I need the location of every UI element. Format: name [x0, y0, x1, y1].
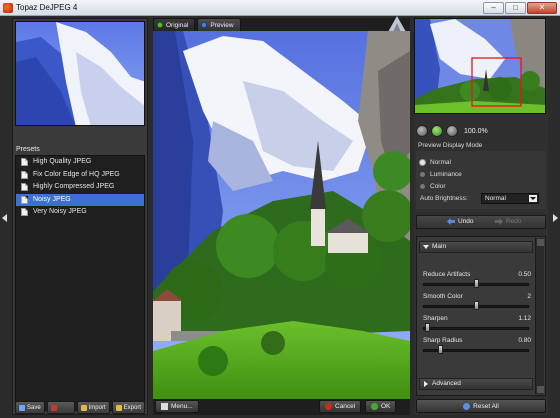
mode-luminance-radio[interactable]: Luminance: [420, 169, 462, 179]
document-icon: [21, 183, 28, 191]
collapsed-triangle-icon: [424, 381, 428, 387]
history-bar: Undo Redo: [416, 215, 546, 229]
ok-button[interactable]: OK: [365, 400, 397, 413]
sharp-radius-slider: Sharp Radius 0.80: [421, 337, 533, 361]
presets-title: Presets: [16, 146, 40, 153]
export-icon: [115, 404, 122, 411]
mode-color-radio[interactable]: Color: [420, 181, 446, 191]
preview-display-mode-title: Preview Display Mode: [418, 142, 483, 149]
sharpen-slider: Sharpen 1.12: [421, 315, 533, 339]
radio-icon: [420, 183, 425, 189]
tab-original[interactable]: Original: [153, 18, 196, 31]
scroll-up-icon[interactable]: [537, 239, 544, 246]
slider-thumb[interactable]: [438, 345, 444, 354]
view-tabs: Original Preview: [153, 18, 241, 31]
preset-label: Noisy JPEG: [33, 195, 71, 203]
preset-item[interactable]: Fix Color Edge of HQ JPEG: [16, 169, 144, 182]
save-icon: [19, 404, 25, 411]
radio-icon: [420, 171, 425, 177]
preset-preview-thumbnail: [15, 21, 145, 126]
preset-label: Highly Compressed JPEG: [33, 183, 115, 190]
zoom-level: 100.0%: [464, 127, 488, 135]
radio-selected-icon: [420, 159, 425, 165]
document-icon: [21, 170, 28, 179]
panel-scrollbar[interactable]: [535, 238, 544, 394]
zoom-fit-icon[interactable]: [431, 125, 443, 137]
adjustments-panel: Main Reduce Artifacts 0.50 Smooth Color …: [416, 236, 546, 396]
mode-normal-radio[interactable]: Normal: [420, 157, 451, 167]
expanded-triangle-icon: [423, 245, 429, 249]
title-bar: Topaz DeJPEG 4 – □ ✕: [0, 0, 560, 16]
zoom-controls: 100.0%: [416, 124, 488, 138]
import-preset-button[interactable]: Import: [76, 401, 110, 414]
close-button[interactable]: ✕: [527, 2, 557, 14]
cancel-icon: [325, 403, 332, 410]
advanced-section-header[interactable]: Advanced: [419, 378, 533, 390]
delete-preset-button[interactable]: [46, 401, 75, 414]
right-panel: 100.0% Preview Display Mode Normal Lumin…: [414, 18, 548, 415]
preset-item[interactable]: Highly Compressed JPEG: [16, 181, 144, 194]
preset-item[interactable]: High Quality JPEG: [16, 156, 144, 169]
tab-preview[interactable]: Preview: [197, 18, 241, 31]
preset-label: High Quality JPEG: [33, 158, 92, 165]
center-footer: Menu... Cancel OK: [153, 399, 410, 415]
preview-dot-icon: [201, 22, 208, 28]
minimize-button[interactable]: –: [483, 2, 504, 14]
preset-actions: Save Import Export: [15, 401, 145, 414]
chevron-down-icon: [529, 195, 537, 202]
delete-icon: [50, 404, 57, 411]
app-icon: [3, 3, 13, 13]
slider-thumb[interactable]: [473, 279, 479, 288]
zoom-out-icon[interactable]: [416, 125, 428, 137]
collapse-right-arrow-icon[interactable]: [553, 214, 558, 222]
undo-button[interactable]: Undo: [447, 218, 474, 225]
presets-list[interactable]: High Quality JPEG Fix Color Edge of HQ J…: [15, 155, 145, 411]
preset-label: Fix Color Edge of HQ JPEG: [33, 170, 120, 178]
save-preset-button[interactable]: Save: [15, 401, 45, 414]
slider-thumb[interactable]: [473, 301, 479, 310]
document-icon: [21, 195, 28, 204]
redo-button[interactable]: Redo: [495, 218, 522, 225]
slider-track[interactable]: [423, 327, 529, 330]
collapse-left-arrow-icon[interactable]: [2, 214, 7, 222]
preset-label: Very Noisy JPEG: [33, 208, 87, 215]
reset-all-button[interactable]: Reset All: [416, 399, 546, 413]
original-dot-icon: [157, 22, 163, 28]
ok-icon: [371, 403, 378, 410]
window-controls: – □ ✕: [483, 2, 557, 14]
window-title: Topaz DeJPEG 4: [16, 3, 78, 12]
topaz-logo-icon: [388, 16, 406, 32]
preset-item[interactable]: Very Noisy JPEG: [16, 206, 144, 219]
navigator-thumbnail[interactable]: [414, 18, 546, 114]
auto-brightness-select[interactable]: Normal: [481, 193, 539, 204]
export-preset-button[interactable]: Export: [111, 401, 145, 414]
left-panel: Presets High Quality JPEG Fix Color Edge…: [12, 18, 148, 415]
import-icon: [80, 404, 87, 411]
auto-brightness-label: Auto Brightness:: [420, 195, 468, 202]
cancel-button[interactable]: Cancel: [319, 400, 362, 413]
document-icon: [21, 158, 28, 166]
reduce-artifacts-slider: Reduce Artifacts 0.50: [421, 271, 533, 295]
menu-icon: [161, 403, 168, 410]
document-icon: [21, 208, 28, 216]
main-image-canvas[interactable]: [153, 31, 410, 399]
preset-item-selected[interactable]: Noisy JPEG: [16, 193, 144, 206]
main-section-header[interactable]: Main: [419, 241, 533, 253]
center-preview-area: Original Preview Menu... Cancel OK: [153, 16, 410, 415]
undo-arrow-icon: [447, 218, 455, 225]
maximize-button[interactable]: □: [505, 2, 526, 14]
slider-thumb[interactable]: [425, 323, 431, 332]
menu-button[interactable]: Menu...: [155, 400, 199, 413]
smooth-color-slider: Smooth Color 2: [421, 293, 533, 317]
zoom-in-icon[interactable]: [446, 125, 458, 137]
reset-icon: [463, 402, 471, 410]
redo-arrow-icon: [495, 218, 503, 225]
scroll-down-icon[interactable]: [537, 386, 544, 393]
